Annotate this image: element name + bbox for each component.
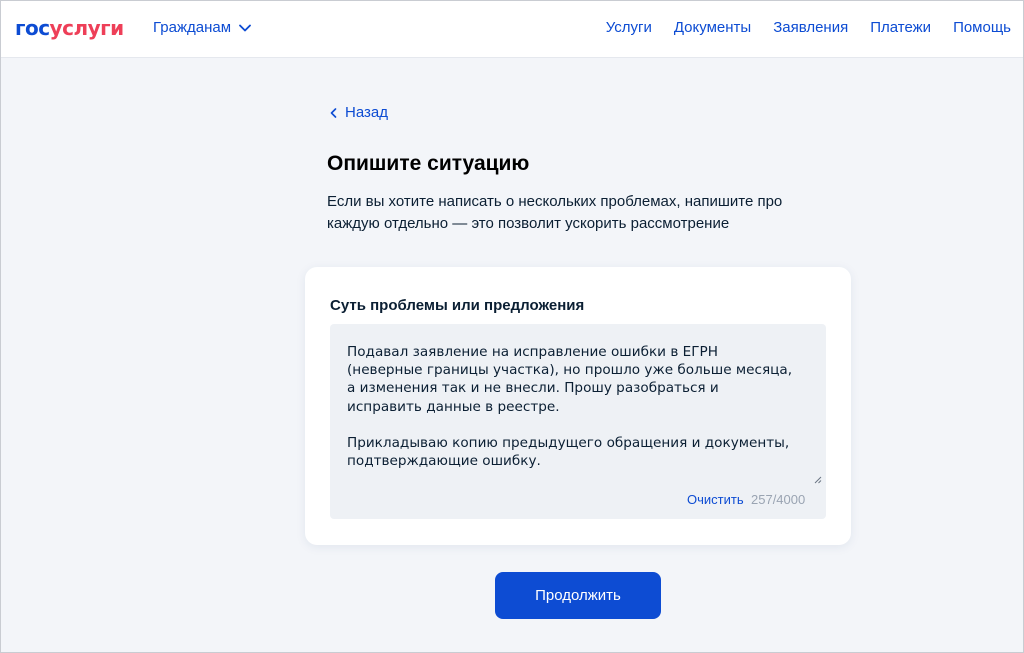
top-nav: Услуги Документы Заявления Платежи Помощ… (606, 19, 1011, 36)
back-label: Назад (345, 104, 388, 121)
nav-link-help[interactable]: Помощь (953, 19, 1011, 36)
resize-handle-icon[interactable] (814, 476, 822, 484)
gosuslugi-logo[interactable]: госуслуги (15, 16, 124, 40)
nav-link-documents[interactable]: Документы (674, 19, 751, 36)
nav-link-applications[interactable]: Заявления (773, 19, 848, 36)
nav-link-services[interactable]: Услуги (606, 19, 652, 36)
page-title: Опишите ситуацию (327, 152, 530, 175)
top-header: госуслуги Гражданам Услуги Документы Зая… (1, 1, 1023, 58)
clear-button[interactable]: Очистить (687, 492, 744, 507)
chevron-down-icon (239, 24, 251, 31)
chevron-left-icon (330, 107, 337, 118)
page-description: Если вы хотите написать о нескольких про… (327, 193, 783, 232)
continue-button[interactable]: Продолжить (495, 572, 661, 619)
problem-form-card: Суть проблемы или предложения Подавал за… (305, 267, 851, 545)
audience-dropdown[interactable]: Гражданам (153, 19, 251, 36)
audience-label: Гражданам (153, 19, 232, 36)
problem-textarea[interactable]: Подавал заявление на исправление ошибки … (330, 324, 826, 519)
logo-part-gos: гос (15, 16, 50, 40)
character-counter: 257/4000 (751, 492, 806, 507)
logo-part-uslugi: услуги (49, 16, 125, 40)
back-link[interactable]: Назад (330, 104, 388, 121)
nav-link-payments[interactable]: Платежи (870, 19, 931, 36)
problem-field-label: Суть проблемы или предложения (330, 297, 585, 314)
problem-textarea-value[interactable]: Подавал заявление на исправление ошибки … (347, 343, 797, 470)
